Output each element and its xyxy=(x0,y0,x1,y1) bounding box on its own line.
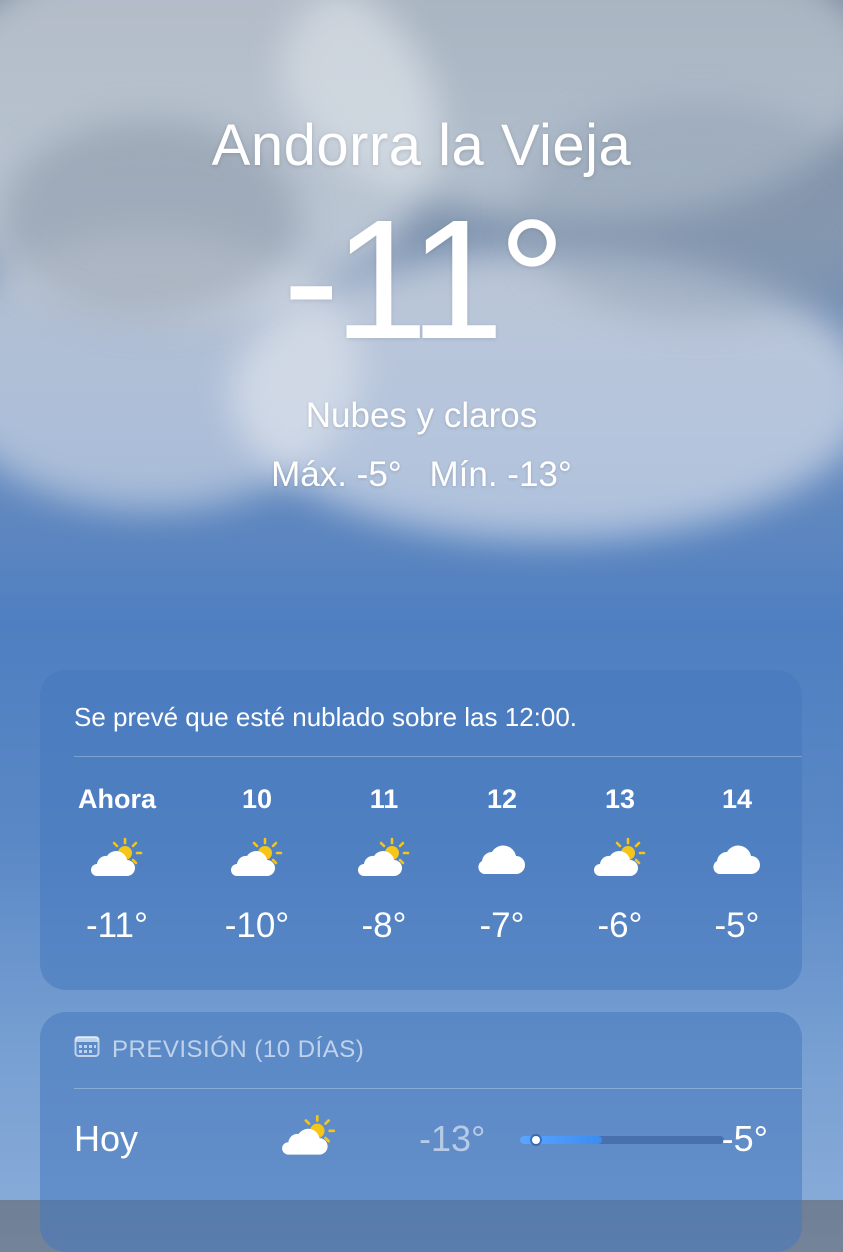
partly-sunny-icon xyxy=(560,828,680,888)
hour-temp: -7° xyxy=(479,906,525,945)
daily-forecast-card[interactable]: PREVISIÓN (10 DÍAS) Hoy -13° -5° xyxy=(40,1012,802,1252)
high-temp: Máx. -5° xyxy=(271,455,402,494)
hour-label: 12 xyxy=(486,784,518,814)
hour-temp: -6° xyxy=(597,906,643,945)
partly-sunny-icon xyxy=(324,828,444,888)
partly-sunny-icon xyxy=(278,1112,340,1165)
current-condition: Nubes y claros xyxy=(305,396,538,435)
hour-item: 11 -8° xyxy=(324,784,444,946)
cloud-icon xyxy=(442,828,562,888)
hour-temp: -10° xyxy=(224,906,290,945)
hour-temp: -11° xyxy=(86,906,148,945)
divider xyxy=(74,1088,802,1089)
hour-temp: -8° xyxy=(361,906,407,945)
hour-item: 12 -7° xyxy=(442,784,562,946)
hour-item: 14 -5° xyxy=(677,784,797,946)
divider xyxy=(74,756,802,757)
daily-header-label: PREVISIÓN (10 DÍAS) xyxy=(112,1035,365,1063)
hour-item: 10 -10° xyxy=(197,784,317,946)
low-temp: Mín. -13° xyxy=(429,455,572,494)
hour-item: 13 -6° xyxy=(560,784,680,946)
hour-label: 10 xyxy=(241,784,273,814)
hourly-list[interactable]: Ahora -11° 10 -10° 11 -8° 12 -7° 13 -6° … xyxy=(40,784,802,964)
day-row[interactable]: Hoy -13° -5° xyxy=(74,1112,802,1172)
daily-header: PREVISIÓN (10 DÍAS) xyxy=(74,1034,364,1065)
hourly-summary: Se prevé que esté nublado sobre las 12:0… xyxy=(74,702,578,732)
day-low-temp: -13° xyxy=(419,1118,486,1159)
temperature-range-bar xyxy=(520,1136,724,1144)
cloud-icon xyxy=(677,828,797,888)
day-label: Hoy xyxy=(74,1118,139,1159)
partly-sunny-icon xyxy=(197,828,317,888)
partly-sunny-icon xyxy=(57,828,177,888)
location-name: Andorra la Vieja xyxy=(211,113,632,178)
hour-temp: -5° xyxy=(714,906,760,945)
hour-label: 14 xyxy=(721,784,753,814)
hour-label: 13 xyxy=(604,784,636,814)
hour-label: Ahora xyxy=(77,784,156,814)
calendar-icon xyxy=(74,1034,100,1065)
hourly-forecast-card[interactable]: Se prevé que esté nublado sobre las 12:0… xyxy=(40,670,802,990)
day-high-temp: -5° xyxy=(721,1118,768,1159)
current-temperature: -11° xyxy=(282,185,566,375)
hour-label: 11 xyxy=(369,784,399,814)
hour-item: Ahora -11° xyxy=(57,784,177,946)
high-low: Máx. -5° Mín. -13° xyxy=(0,455,843,495)
